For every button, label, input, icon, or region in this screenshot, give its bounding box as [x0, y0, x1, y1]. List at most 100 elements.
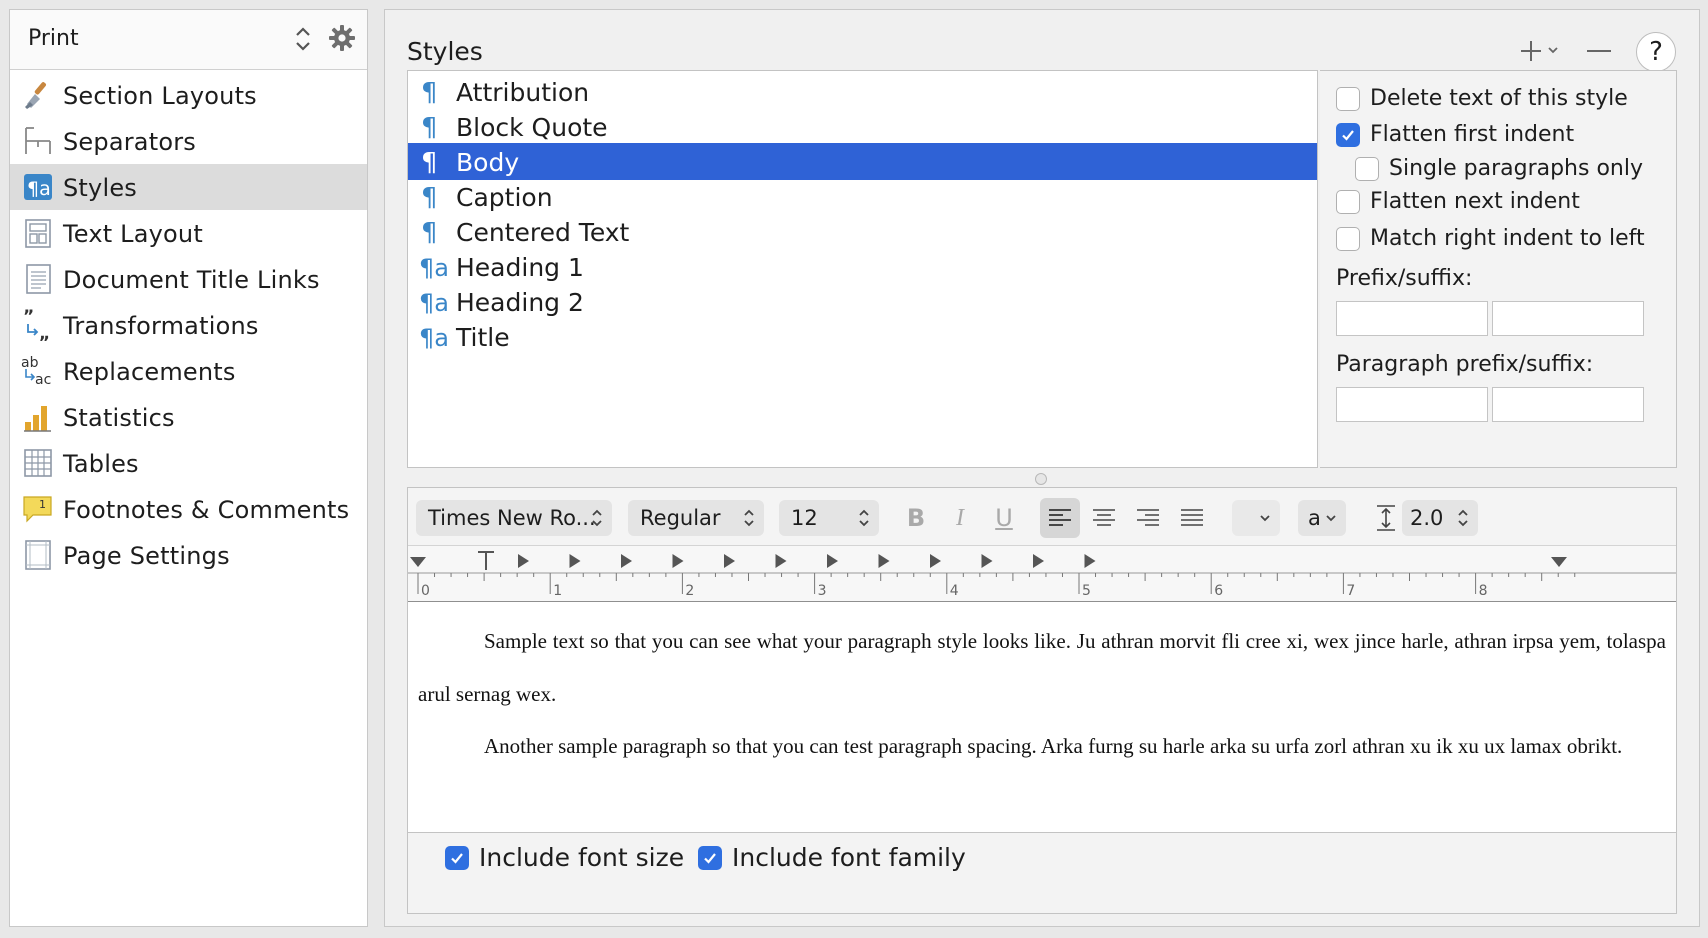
- format-selector-label: Print: [28, 26, 79, 51]
- svg-text:ab: ab: [21, 355, 39, 371]
- include-font-size-checkbox[interactable]: [445, 845, 469, 870]
- sidebar-item-label: Replacements: [63, 358, 236, 386]
- tab-stop-marker[interactable]: [1033, 554, 1044, 568]
- style-row-centered-text[interactable]: ¶ Centered Text: [408, 213, 1317, 250]
- tab-stops[interactable]: [518, 554, 1096, 568]
- minus-icon: [1587, 50, 1611, 52]
- font-style-popup[interactable]: Regular: [628, 500, 764, 536]
- style-preview: Sample text so that you can see what you…: [408, 602, 1676, 832]
- updown-chevrons-icon[interactable]: [293, 24, 313, 54]
- table-icon: [24, 449, 52, 477]
- sidebar-item-section-layouts[interactable]: Section Layouts: [10, 72, 367, 118]
- align-justify-icon: [1181, 509, 1203, 526]
- align-left-button[interactable]: [1040, 498, 1080, 538]
- updown-chevrons-icon: [859, 509, 869, 527]
- paragraph-prefix-field[interactable]: [1336, 387, 1488, 422]
- single-paragraphs-checkbox[interactable]: [1355, 156, 1379, 181]
- gear-icon[interactable]: [327, 23, 357, 53]
- include-font-family-label: Include font family: [732, 843, 966, 872]
- tab-stop-marker[interactable]: [827, 554, 838, 568]
- tab-stop-marker[interactable]: [672, 554, 684, 568]
- first-line-indent-marker[interactable]: [410, 557, 426, 567]
- sidebar-item-styles[interactable]: ¶a Styles: [10, 164, 367, 210]
- sidebar-item-transformations[interactable]: ” „ Transformations: [10, 302, 367, 348]
- delete-text-label: Delete text of this style: [1370, 86, 1628, 111]
- tab-stop-marker[interactable]: [878, 554, 890, 568]
- flatten-next-indent-checkbox[interactable]: [1336, 189, 1360, 214]
- style-row-heading-1[interactable]: ¶a Heading 1: [408, 248, 1317, 285]
- match-right-indent-option[interactable]: Match right indent to left: [1336, 226, 1645, 251]
- sidebar-item-separators[interactable]: Separators: [10, 118, 367, 164]
- align-left-icon: [1049, 509, 1071, 526]
- ruler-label: 2: [685, 583, 694, 599]
- style-row-body[interactable]: ¶ Body: [408, 143, 1317, 180]
- tab-stop-marker[interactable]: [1084, 554, 1096, 568]
- style-row-heading-2[interactable]: ¶a Heading 2: [408, 283, 1317, 320]
- style-row-caption[interactable]: ¶ Caption: [408, 178, 1317, 215]
- suffix-field[interactable]: [1492, 301, 1644, 336]
- paragraph-suffix-field[interactable]: [1492, 387, 1644, 422]
- character-case-value: a: [1308, 506, 1321, 530]
- ruler-label: 8: [1479, 583, 1488, 599]
- include-font-family-checkbox[interactable]: [698, 845, 722, 870]
- sidebar-item-text-layout[interactable]: Text Layout: [10, 210, 367, 256]
- italic-button[interactable]: I: [940, 498, 980, 538]
- tab-stop-marker[interactable]: [518, 554, 529, 568]
- document-icon: [26, 264, 51, 294]
- align-right-button[interactable]: [1128, 498, 1168, 538]
- match-right-indent-checkbox[interactable]: [1336, 226, 1360, 251]
- style-row-block-quote[interactable]: ¶ Block Quote: [408, 108, 1317, 145]
- sidebar-item-footnotes-comments[interactable]: 1 Footnotes & Comments: [10, 486, 367, 532]
- character-case-popup[interactable]: a: [1298, 500, 1346, 536]
- prefix-field[interactable]: [1336, 301, 1488, 336]
- checkmark-icon: [451, 852, 463, 864]
- sidebar-item-tables[interactable]: Tables: [10, 440, 367, 486]
- include-font-size-option[interactable]: Include font size: [445, 843, 684, 872]
- flatten-next-indent-option[interactable]: Flatten next indent: [1336, 189, 1580, 214]
- single-paragraphs-option[interactable]: Single paragraphs only: [1355, 156, 1643, 181]
- sidebar-item-label: Tables: [63, 450, 139, 478]
- tab-stop-marker[interactable]: [724, 554, 735, 568]
- tab-stop-marker[interactable]: [981, 554, 993, 568]
- styles-panel: Styles ? ¶ Attribution ¶ Block Quote ¶ B…: [384, 9, 1700, 927]
- format-selector[interactable]: Print: [10, 10, 367, 70]
- match-right-indent-label: Match right indent to left: [1370, 226, 1645, 251]
- tab-stop-marker[interactable]: [775, 554, 787, 568]
- right-indent-marker[interactable]: [1551, 557, 1567, 567]
- align-center-button[interactable]: [1084, 498, 1124, 538]
- sidebar-item-document-title-links[interactable]: Document Title Links: [10, 256, 367, 302]
- sidebar-item-replacements[interactable]: ab ac Replacements: [10, 348, 367, 394]
- help-button[interactable]: ?: [1636, 32, 1676, 72]
- ruler-label: 4: [950, 583, 959, 599]
- style-row-attribution[interactable]: ¶ Attribution: [408, 73, 1317, 110]
- tab-stop-marker[interactable]: [569, 554, 581, 568]
- font-size-popup[interactable]: 12: [779, 500, 879, 536]
- delete-text-option[interactable]: Delete text of this style: [1336, 86, 1628, 111]
- ruler[interactable]: 0 1 2 3 4 5 6 7 8: [408, 546, 1676, 602]
- remove-style-button[interactable]: [1581, 34, 1617, 68]
- align-justify-button[interactable]: [1172, 498, 1212, 538]
- style-name: Heading 1: [456, 253, 584, 282]
- tab-stop-marker[interactable]: [930, 554, 941, 568]
- style-row-title[interactable]: ¶a Title: [408, 318, 1317, 355]
- font-family-popup[interactable]: Times New Ro...: [416, 500, 612, 536]
- tab-stop-marker[interactable]: [621, 554, 632, 568]
- left-indent-marker[interactable]: [478, 551, 494, 570]
- text-color-popup[interactable]: [1232, 500, 1280, 536]
- line-spacing-popup[interactable]: 2.0: [1402, 500, 1478, 536]
- page-settings-icon: [25, 540, 51, 570]
- style-name: Title: [456, 323, 510, 352]
- flatten-first-indent-option[interactable]: Flatten first indent: [1336, 122, 1574, 147]
- bold-button[interactable]: B: [896, 498, 936, 538]
- add-style-button[interactable]: [1518, 34, 1568, 68]
- underline-button[interactable]: U: [984, 498, 1024, 538]
- delete-text-checkbox[interactable]: [1336, 86, 1360, 111]
- flatten-first-indent-checkbox[interactable]: [1336, 122, 1360, 147]
- single-paragraphs-label: Single paragraphs only: [1389, 156, 1643, 181]
- sidebar-item-statistics[interactable]: Statistics: [10, 394, 367, 440]
- sidebar-item-page-settings[interactable]: Page Settings: [10, 532, 367, 578]
- svg-text:¶a: ¶a: [419, 289, 449, 317]
- include-font-family-option[interactable]: Include font family: [698, 843, 966, 872]
- split-view-handle[interactable]: [1035, 473, 1047, 485]
- font-style-value: Regular: [640, 506, 721, 530]
